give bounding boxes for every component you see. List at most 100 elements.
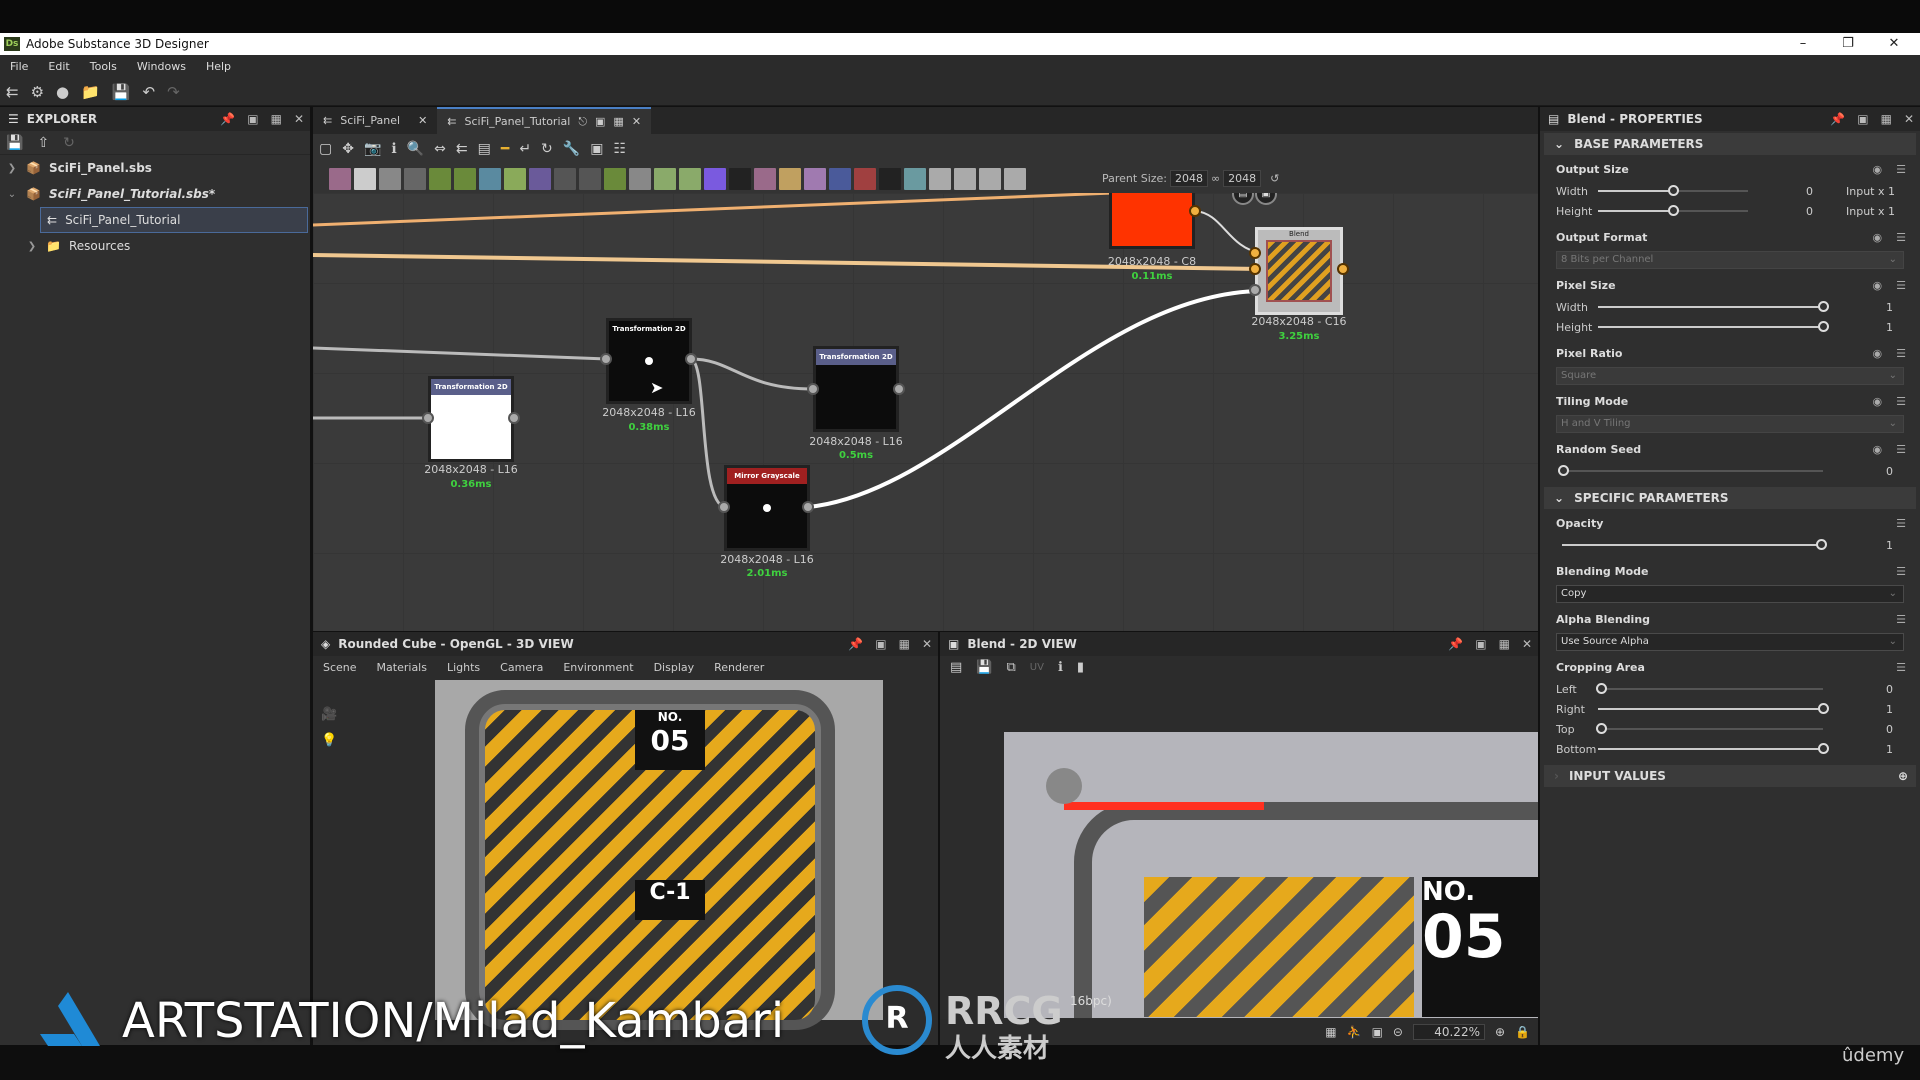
- opacity-slider[interactable]: [1562, 539, 1827, 550]
- input-port[interactable]: [718, 501, 730, 513]
- atomic-node-icon[interactable]: [679, 167, 701, 190]
- atomic-node-icon[interactable]: [779, 167, 801, 190]
- atomic-node-icon[interactable]: [604, 167, 626, 190]
- menu-file[interactable]: File: [10, 60, 28, 73]
- menu-renderer[interactable]: Renderer: [714, 661, 764, 674]
- atomic-node-icon[interactable]: [379, 167, 401, 190]
- param-menu-icon[interactable]: ☰: [1896, 443, 1906, 456]
- copy-icon[interactable]: ⧉: [1006, 660, 1015, 675]
- atomic-node-icon[interactable]: [579, 167, 601, 190]
- pin-icon[interactable]: 📌: [220, 107, 235, 131]
- output-port[interactable]: [1189, 205, 1201, 217]
- crop-bottom-value[interactable]: 1: [1886, 743, 1893, 756]
- param-menu-icon[interactable]: ☰: [1896, 395, 1906, 408]
- restore-button[interactable]: ❐: [1828, 33, 1868, 55]
- pixel-ratio-select[interactable]: Square ⌄: [1556, 367, 1904, 385]
- output-height-slider[interactable]: [1598, 205, 1748, 216]
- input-port[interactable]: [1249, 263, 1261, 275]
- node-mirror-grayscale[interactable]: Mirror Grayscale: [724, 465, 810, 551]
- atomic-node-icon[interactable]: [929, 167, 951, 190]
- connect-icon[interactable]: ↵: [519, 141, 531, 157]
- atomic-node-icon[interactable]: [879, 167, 901, 190]
- inherit-icon[interactable]: ◉: [1873, 163, 1883, 176]
- close-icon[interactable]: ✕: [418, 114, 427, 127]
- menu-windows[interactable]: Windows: [137, 60, 186, 73]
- search-icon[interactable]: 🔍: [407, 141, 424, 157]
- 3d-viewport[interactable]: NO. 05 C-1: [435, 680, 883, 1030]
- redo-icon[interactable]: ↷: [167, 83, 180, 101]
- save-icon[interactable]: 💾: [6, 135, 23, 151]
- menu-environment[interactable]: Environment: [563, 661, 633, 674]
- atomic-node-icon[interactable]: [904, 167, 926, 190]
- pin-icon[interactable]: 📌: [848, 632, 863, 656]
- output-height-value[interactable]: 0: [1806, 205, 1813, 218]
- atomic-node-icon[interactable]: [629, 167, 651, 190]
- maximize-icon[interactable]: ▦: [271, 107, 282, 131]
- lock-icon[interactable]: 🔒: [1515, 1025, 1530, 1039]
- output-port[interactable]: [508, 412, 520, 424]
- atomic-node-icon[interactable]: [954, 167, 976, 190]
- atomic-node-icon[interactable]: [329, 167, 351, 190]
- float-icon[interactable]: ▣: [595, 115, 605, 128]
- chevron-down-icon[interactable]: ⌄: [6, 189, 18, 200]
- atomic-node-icon[interactable]: [729, 167, 751, 190]
- open-folder-icon[interactable]: 📁: [81, 83, 100, 101]
- inherit-icon[interactable]: ◉: [1873, 443, 1883, 456]
- save-all-icon[interactable]: 💾: [112, 83, 131, 101]
- minimize-button[interactable]: –: [1783, 33, 1823, 55]
- zoom-out-icon[interactable]: ⊝: [1393, 1025, 1403, 1039]
- crop-bottom-slider[interactable]: [1598, 743, 1829, 754]
- param-menu-icon[interactable]: ☰: [1896, 565, 1906, 578]
- output-format-select[interactable]: 8 Bits per Channel ⌄: [1556, 251, 1904, 269]
- float-icon[interactable]: ▣: [875, 632, 886, 656]
- menu-tools[interactable]: Tools: [90, 60, 117, 73]
- new-function-icon[interactable]: ⚙: [31, 83, 44, 101]
- atomic-node-icon[interactable]: [829, 167, 851, 190]
- new-package-icon[interactable]: ●: [56, 83, 69, 101]
- menu-edit[interactable]: Edit: [48, 60, 69, 73]
- output-port[interactable]: [685, 353, 697, 365]
- crop-top-value[interactable]: 0: [1886, 723, 1893, 736]
- pixel-height-slider[interactable]: [1598, 321, 1829, 332]
- random-seed-slider[interactable]: [1558, 465, 1823, 476]
- float-icon[interactable]: ▣: [1857, 107, 1868, 131]
- reset-icon[interactable]: ↺: [1270, 172, 1279, 185]
- output-port[interactable]: [1337, 263, 1349, 275]
- node-uniform-color[interactable]: [1109, 193, 1195, 249]
- float-icon[interactable]: ▣: [247, 107, 258, 131]
- atomic-node-icon[interactable]: [854, 167, 876, 190]
- tab-scifi-panel[interactable]: ⇇ SciFi_Panel ✕: [313, 107, 437, 134]
- opacity-value[interactable]: 1: [1886, 539, 1893, 552]
- param-menu-icon[interactable]: ☰: [1896, 279, 1906, 292]
- atomic-node-icon[interactable]: [754, 167, 776, 190]
- input-port[interactable]: [600, 353, 612, 365]
- atomic-node-icon[interactable]: [354, 167, 376, 190]
- pixel-width-value[interactable]: 1: [1886, 301, 1893, 314]
- menu-scene[interactable]: Scene: [323, 661, 357, 674]
- close-icon[interactable]: ✕: [922, 632, 932, 656]
- grid-icon[interactable]: ☷: [613, 141, 626, 157]
- close-button[interactable]: ✕: [1874, 33, 1914, 55]
- param-menu-icon[interactable]: ☰: [1896, 347, 1906, 360]
- output-width-slider[interactable]: [1598, 185, 1748, 196]
- link-icon[interactable]: ━: [501, 141, 509, 157]
- input-port[interactable]: [1249, 247, 1261, 259]
- atomic-node-icon[interactable]: [429, 167, 451, 190]
- uv-select[interactable]: UV: [1030, 662, 1044, 673]
- atomic-node-icon[interactable]: [454, 167, 476, 190]
- param-menu-icon[interactable]: ☰: [1896, 517, 1906, 530]
- atomic-node-icon[interactable]: [654, 167, 676, 190]
- inherit-icon[interactable]: ◉: [1873, 279, 1883, 292]
- tree-item-scifi-panel-tutorial-graph[interactable]: ⇇ SciFi_Panel_Tutorial: [40, 207, 308, 233]
- chevron-down-icon[interactable]: ⌄: [1554, 491, 1564, 505]
- atomic-node-icon[interactable]: [404, 167, 426, 190]
- section-specific-parameters[interactable]: ⌄ SPECIFIC PARAMETERS: [1544, 487, 1916, 509]
- node-transformation-2d[interactable]: Transformation 2D: [813, 346, 899, 432]
- close-icon[interactable]: ✕: [1522, 632, 1532, 656]
- chevron-right-icon[interactable]: ❯: [6, 163, 18, 174]
- close-icon[interactable]: ✕: [294, 107, 304, 131]
- pin-icon[interactable]: ⎋: [578, 115, 587, 129]
- crop-right-slider[interactable]: [1598, 703, 1829, 714]
- info-icon[interactable]: ℹ: [1058, 660, 1063, 675]
- atomic-node-icon[interactable]: [1004, 167, 1026, 190]
